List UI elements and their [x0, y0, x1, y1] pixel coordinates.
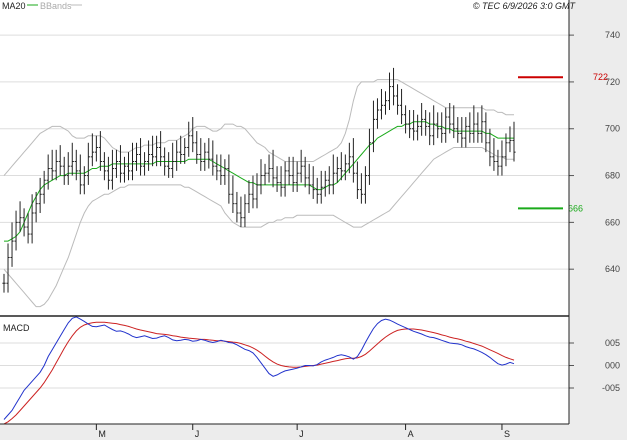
- x-axis-background: [0, 424, 627, 440]
- stock-chart: 722666 640660680700720740 005000-005 MJJ…: [0, 0, 627, 440]
- price-tick-label: 640: [605, 264, 620, 274]
- macd-tick-label: 000: [605, 361, 620, 371]
- price-tick-label: 740: [605, 30, 620, 40]
- macd-tick-label: -005: [602, 383, 620, 393]
- month-label: S: [504, 429, 510, 439]
- legend-bbands: BBands: [40, 1, 72, 11]
- price-tick-label: 700: [605, 124, 620, 134]
- month-label: M: [98, 429, 106, 439]
- macd-tick-label: 005: [605, 338, 620, 348]
- price-panel: [0, 0, 569, 316]
- price-tick-label: 660: [605, 217, 620, 227]
- month-label: J: [299, 429, 304, 439]
- macd-panel: [0, 316, 569, 424]
- legend-ma20: MA20: [2, 1, 26, 11]
- macd-title: MACD: [3, 323, 30, 333]
- price-tick-label: 680: [605, 171, 620, 181]
- copyright-timestamp: © TEC 6/9/2026 3:0 GMT: [473, 1, 577, 11]
- month-label: J: [195, 429, 200, 439]
- month-label: A: [408, 429, 414, 439]
- support-label: 666: [568, 203, 583, 213]
- price-tick-label: 720: [605, 77, 620, 87]
